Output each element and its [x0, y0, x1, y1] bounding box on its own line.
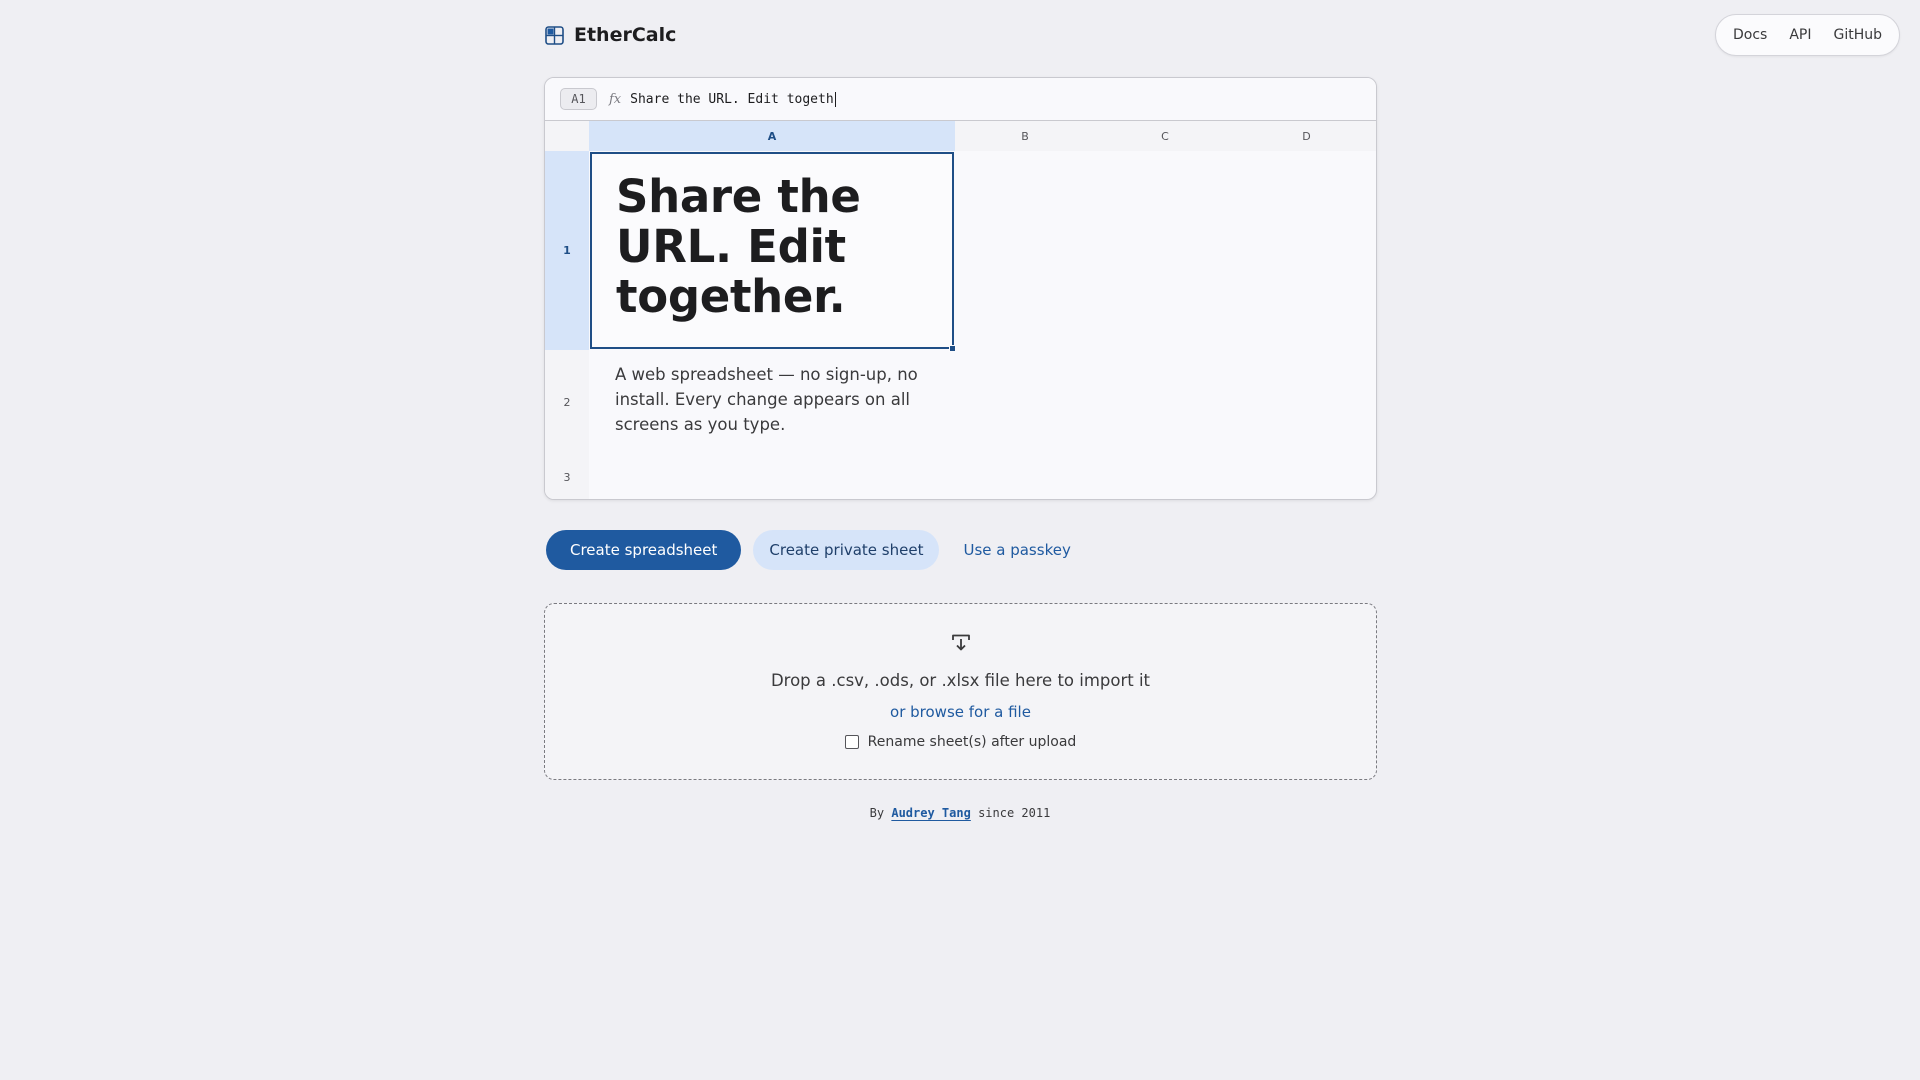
nav-docs-link[interactable]: Docs — [1722, 15, 1778, 55]
cell-a2[interactable]: A web spreadsheet — no sign-up, no insta… — [615, 362, 945, 437]
headline: Share the URL. Edit together. — [616, 170, 861, 323]
create-spreadsheet-button[interactable]: Create spreadsheet — [546, 530, 742, 570]
rename-option[interactable]: Rename sheet(s) after upload — [545, 734, 1376, 750]
formula-value: Share the URL. Edit togeth — [630, 91, 834, 107]
row-header-3[interactable]: 3 — [545, 454, 589, 499]
rename-label: Rename sheet(s) after upload — [867, 734, 1077, 750]
import-dropzone[interactable]: Drop a .csv, .ods, or .xlsx file here to… — [544, 603, 1377, 780]
footer-prefix: By — [869, 806, 885, 820]
formula-bar: A1 fx Share the URL. Edit togeth — [545, 78, 1376, 121]
row-header-2[interactable]: 2 — [545, 350, 589, 454]
use-passkey-link[interactable]: Use a passkey — [963, 541, 1070, 559]
dropzone-text: Drop a .csv, .ods, or .xlsx file here to… — [770, 671, 1151, 690]
footer: By Audrey Tang since 2011 — [0, 806, 1920, 820]
import-tray-icon — [952, 634, 970, 651]
rename-checkbox[interactable] — [844, 735, 859, 749]
spreadsheet-preview: A1 fx Share the URL. Edit togeth A B C D… — [544, 77, 1377, 500]
browse-file-link[interactable]: or browse for a file — [545, 703, 1376, 721]
top-nav: Docs API GitHub — [1714, 14, 1900, 56]
nav-api-link[interactable]: API — [1778, 15, 1822, 55]
column-header-b[interactable]: B — [955, 121, 1095, 151]
cell-a1[interactable]: Share the URL. Edit together. — [590, 152, 954, 349]
column-header-a[interactable]: A — [589, 121, 955, 151]
text-caret — [834, 91, 836, 107]
brand-name: EtherCalc — [574, 24, 677, 46]
action-row: Create spreadsheet Create private sheet … — [546, 530, 1071, 570]
brand[interactable]: EtherCalc — [545, 24, 676, 46]
nav-github-link[interactable]: GitHub — [1822, 15, 1893, 55]
fill-handle[interactable] — [949, 345, 956, 352]
grid-logo-icon — [545, 25, 564, 45]
formula-input[interactable]: Share the URL. Edit togeth — [630, 91, 836, 107]
footer-suffix: since 2011 — [978, 806, 1051, 820]
column-header-d[interactable]: D — [1235, 121, 1376, 151]
cell-reference[interactable]: A1 — [560, 88, 597, 110]
author-link[interactable]: Audrey Tang — [891, 806, 970, 820]
row-header-1[interactable]: 1 — [545, 151, 589, 350]
create-private-sheet-button[interactable]: Create private sheet — [753, 530, 940, 570]
column-header-c[interactable]: C — [1095, 121, 1235, 151]
fx-icon: fx — [609, 91, 622, 107]
column-headers: A B C D — [545, 121, 1376, 151]
